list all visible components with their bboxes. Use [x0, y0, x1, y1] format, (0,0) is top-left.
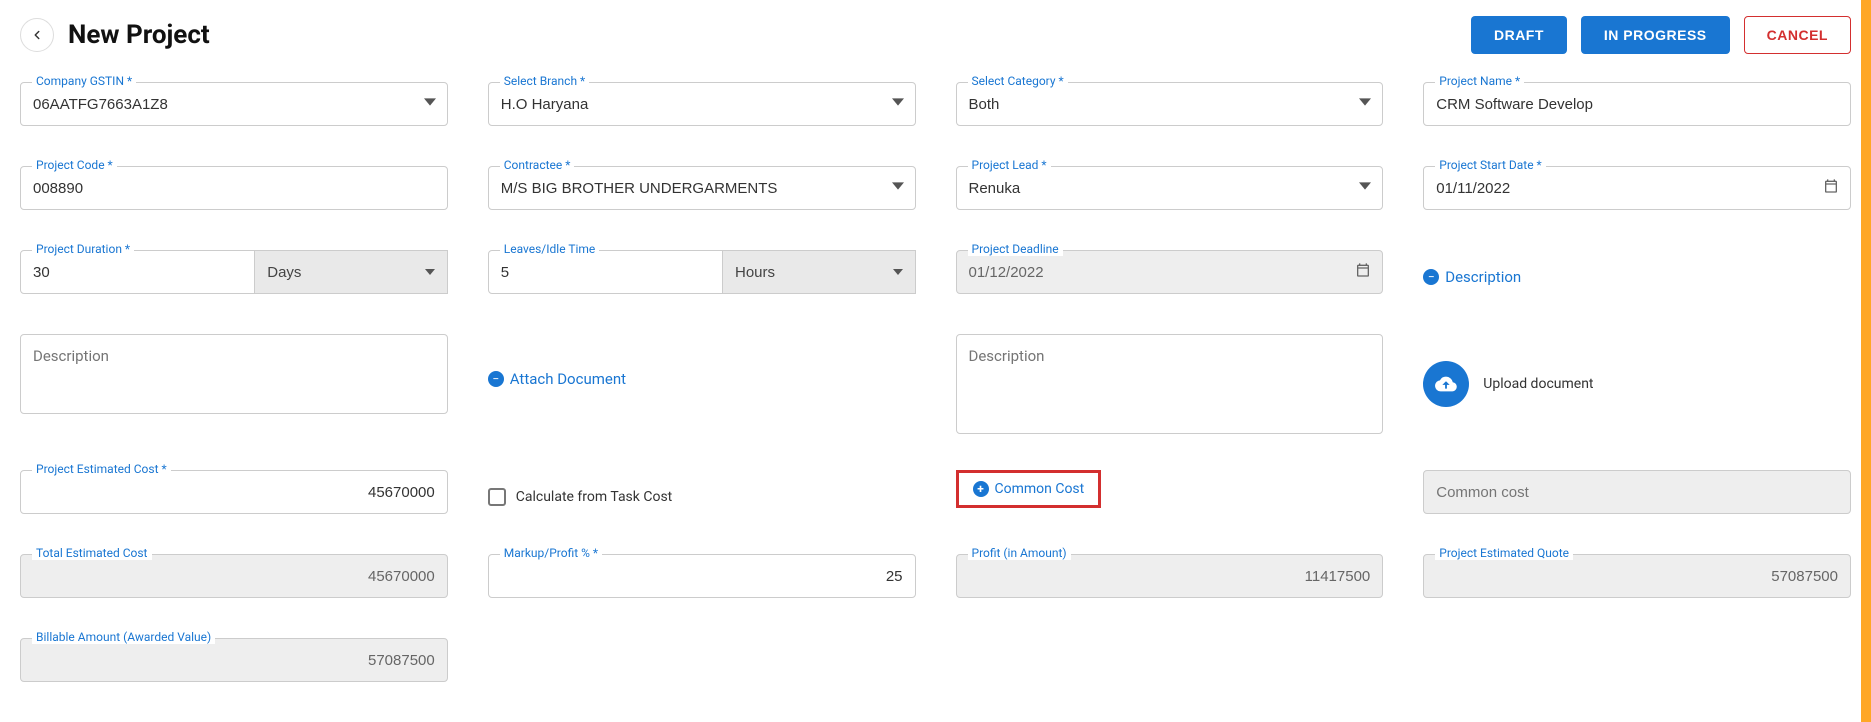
project-start-date-field: Project Start Date * — [1423, 166, 1851, 210]
project-code-field: Project Code * — [20, 166, 448, 210]
calculate-from-task-cost-label: Calculate from Task Cost — [516, 489, 673, 505]
select-category-field: Select Category * Both — [956, 82, 1384, 126]
project-estimated-quote-field: Project Estimated Quote — [1423, 554, 1851, 598]
project-duration-label: Project Duration * — [32, 242, 134, 256]
description-toggle[interactable]: − Description — [1423, 250, 1851, 294]
project-start-date-label: Project Start Date * — [1435, 158, 1545, 172]
project-duration-unit-select[interactable]: Days — [255, 250, 448, 294]
back-button[interactable] — [20, 18, 54, 52]
chevron-down-icon — [425, 269, 435, 275]
billable-amount-input — [20, 638, 448, 682]
project-name-field: Project Name * — [1423, 82, 1851, 126]
company-gstin-label: Company GSTIN * — [32, 74, 136, 88]
select-category-select[interactable]: Both — [956, 82, 1384, 126]
draft-button[interactable]: DRAFT — [1471, 16, 1567, 54]
attach-document-label: Attach Document — [510, 370, 626, 388]
common-cost-link[interactable]: + Common Cost — [956, 470, 1102, 508]
project-lead-field: Project Lead * Renuka — [956, 166, 1384, 210]
upload-document-button[interactable]: Upload document — [1423, 334, 1851, 414]
chevron-down-icon — [893, 269, 903, 275]
common-cost-field — [1423, 470, 1851, 514]
project-estimated-quote-label: Project Estimated Quote — [1435, 546, 1573, 560]
project-estimated-cost-field: Project Estimated Cost * — [20, 470, 448, 514]
markup-profit-input[interactable] — [488, 554, 916, 598]
minus-circle-icon: − — [488, 371, 504, 387]
profit-amount-label: Profit (in Amount) — [968, 546, 1071, 560]
project-lead-select[interactable]: Renuka — [956, 166, 1384, 210]
leaves-idle-field: Leaves/Idle Time Hours — [488, 250, 916, 294]
contractee-field: Contractee * M/S BIG BROTHER UNDERGARMEN… — [488, 166, 916, 210]
checkbox-icon — [488, 488, 506, 506]
project-start-date-input[interactable] — [1423, 166, 1851, 210]
total-estimated-cost-field: Total Estimated Cost — [20, 554, 448, 598]
project-code-label: Project Code * — [32, 158, 117, 172]
leaves-idle-label: Leaves/Idle Time — [500, 242, 600, 256]
company-gstin-field: Company GSTIN * 06AATFG7663A1Z8 — [20, 82, 448, 126]
project-name-input[interactable] — [1423, 82, 1851, 126]
project-code-input[interactable] — [20, 166, 448, 210]
billable-amount-field: Billable Amount (Awarded Value) — [20, 638, 448, 682]
common-cost-link-label: Common Cost — [995, 481, 1085, 497]
minus-circle-icon: − — [1423, 269, 1439, 285]
select-branch-label: Select Branch * — [500, 74, 589, 88]
project-estimated-cost-input[interactable] — [20, 470, 448, 514]
description-2-input[interactable] — [956, 334, 1384, 434]
project-duration-input[interactable] — [20, 250, 255, 294]
chevron-left-icon — [30, 28, 44, 42]
select-branch-select[interactable]: H.O Haryana — [488, 82, 916, 126]
project-duration-unit-label: Days — [267, 264, 301, 281]
contractee-label: Contractee * — [500, 158, 575, 172]
leaves-idle-unit-select[interactable]: Hours — [723, 250, 916, 294]
project-deadline-label: Project Deadline — [968, 242, 1063, 256]
upload-cloud-icon — [1423, 361, 1469, 407]
project-name-label: Project Name * — [1435, 74, 1524, 88]
cancel-button[interactable]: CANCEL — [1744, 16, 1851, 54]
description-2-field — [956, 334, 1384, 414]
project-estimated-quote-input — [1423, 554, 1851, 598]
company-gstin-select[interactable]: 06AATFG7663A1Z8 — [20, 82, 448, 126]
leaves-idle-input[interactable] — [488, 250, 723, 294]
select-category-label: Select Category * — [968, 74, 1068, 88]
profit-amount-field: Profit (in Amount) — [956, 554, 1384, 598]
leaves-idle-unit-label: Hours — [735, 264, 775, 281]
project-deadline-field: Project Deadline — [956, 250, 1384, 294]
calendar-icon — [1823, 178, 1839, 198]
description-1-field — [20, 334, 448, 414]
total-estimated-cost-input — [20, 554, 448, 598]
billable-amount-label: Billable Amount (Awarded Value) — [32, 630, 215, 644]
calendar-icon — [1355, 262, 1371, 282]
project-deadline-input — [956, 250, 1384, 294]
common-cost-input — [1423, 470, 1851, 514]
markup-profit-field: Markup/Profit % * — [488, 554, 916, 598]
project-estimated-cost-label: Project Estimated Cost * — [32, 462, 171, 476]
description-1-input[interactable] — [20, 334, 448, 414]
upload-document-label: Upload document — [1483, 376, 1593, 392]
select-branch-field: Select Branch * H.O Haryana — [488, 82, 916, 126]
project-duration-field: Project Duration * Days — [20, 250, 448, 294]
markup-profit-label: Markup/Profit % * — [500, 546, 602, 560]
project-lead-label: Project Lead * — [968, 158, 1051, 172]
total-estimated-cost-label: Total Estimated Cost — [32, 546, 152, 560]
contractee-select[interactable]: M/S BIG BROTHER UNDERGARMENTS — [488, 166, 916, 210]
page-title: New Project — [68, 20, 210, 50]
profit-amount-input — [956, 554, 1384, 598]
description-toggle-label: Description — [1445, 268, 1521, 286]
in-progress-button[interactable]: IN PROGRESS — [1581, 16, 1730, 54]
attach-document-link[interactable]: − Attach Document — [488, 334, 916, 414]
plus-circle-icon: + — [973, 481, 989, 497]
calculate-from-task-cost-toggle[interactable]: Calculate from Task Cost — [488, 470, 916, 514]
